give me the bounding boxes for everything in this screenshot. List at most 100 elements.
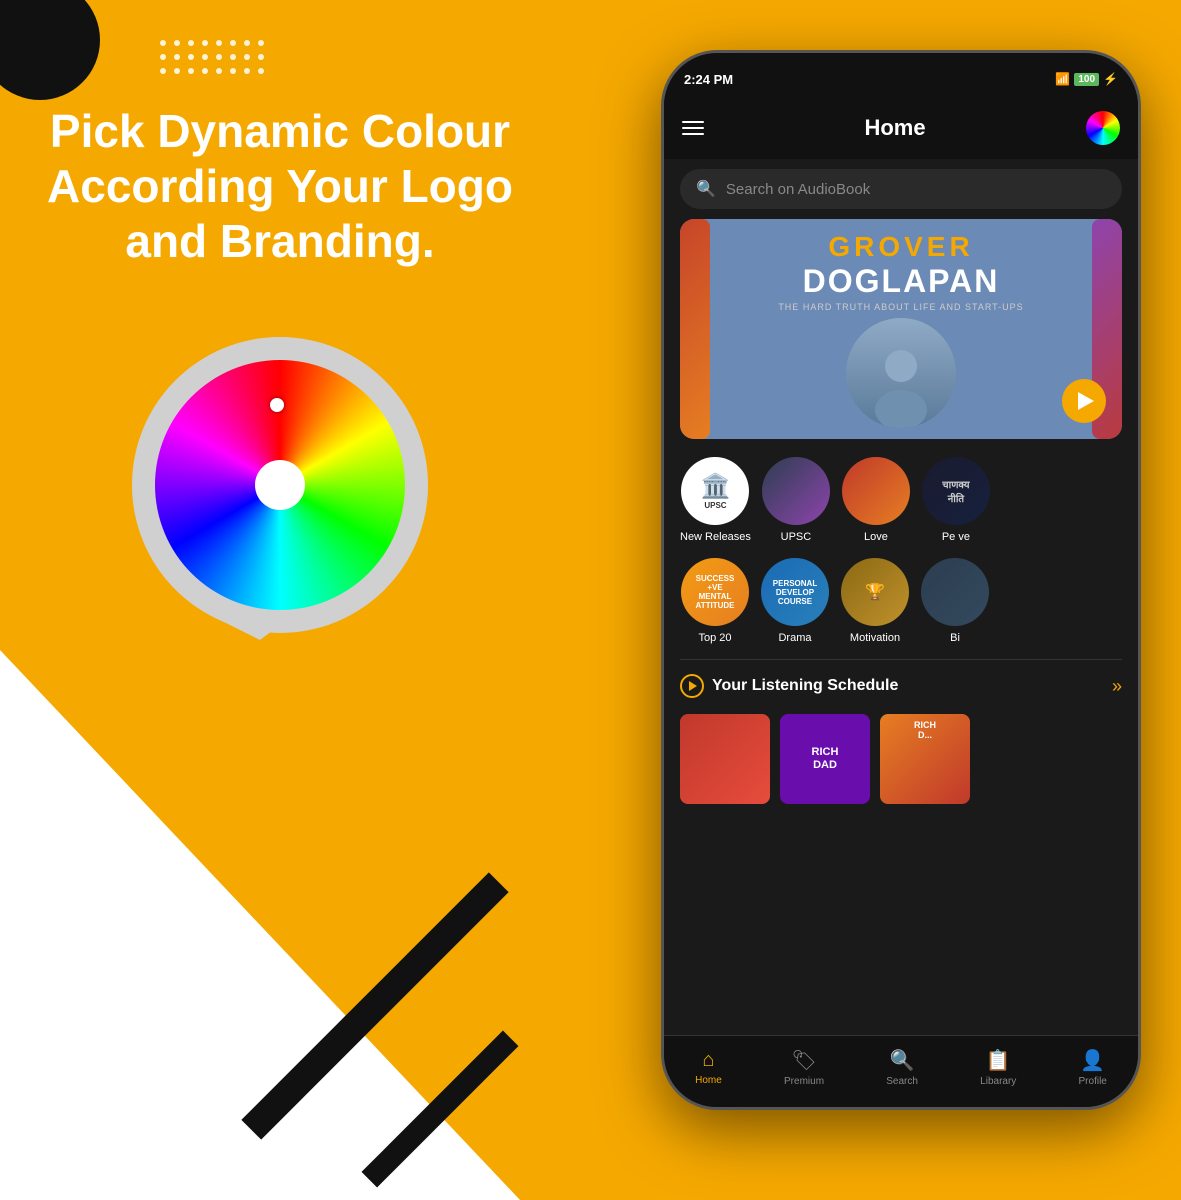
schedule-chevron-icon[interactable]: » [1112,676,1122,697]
lightning-icon: ⚡ [1103,72,1118,86]
category-item-top20[interactable]: SUCCESS+VEMENTALATTITUDE Top 20 [680,558,750,645]
category-circle-personal: चाणक्यनीति [922,457,990,525]
status-time: 2:24 PM [684,72,733,87]
banner-carousel[interactable]: GROVER DOGLAPAN THE HARD TRUTH ABOUT LIF… [680,219,1122,439]
home-nav-icon: ⌂ [702,1049,714,1072]
dot [258,54,264,60]
dot [188,68,194,74]
nav-item-home[interactable]: ⌂ Home [695,1049,722,1086]
color-wheel-container [120,330,440,670]
dot [216,40,222,46]
banner-center: GROVER DOGLAPAN THE HARD TRUTH ABOUT LIF… [768,221,1033,438]
dot [160,54,166,60]
category-circle-motivation: 🏆 [841,558,909,626]
library-nav-icon: 📋 [986,1048,1011,1073]
dot [202,54,208,60]
dot [160,40,166,46]
category-label-drama: Drama [778,632,811,645]
premium-nav-icon: 🏷 [791,1048,816,1073]
schedule-title: Your Listening Schedule [712,677,898,695]
person-svg [856,338,946,428]
category-item-upsc[interactable]: UPSC [761,457,831,544]
nav-item-profile[interactable]: 👤 Profile [1079,1048,1107,1087]
dot [188,54,194,60]
wheel-cursor [270,398,284,412]
nav-item-library[interactable]: 📋 Libarary [980,1048,1016,1087]
dot [202,68,208,74]
play-triangle-icon [1078,392,1094,410]
search-nav-icon: 🔍 [890,1048,915,1073]
category-circle-bio [921,558,989,626]
phone-screen: Home 🔍 Search on AudioBook GROVER DOGLAP… [664,97,1138,1107]
color-picker-button[interactable] [1086,111,1120,145]
dot [216,54,222,60]
dot [174,68,180,74]
phone-mockup: 2:24 PM 📶 100 ⚡ Home 🔍 [661,50,1141,1110]
cat-inner-personal: चाणक्यनीति [922,457,990,525]
cat-inner-drama: PERSONALDEVELOPCOURSE [761,558,829,626]
upsc-emblem-icon: 🏛️ [701,472,731,501]
category-item-new-releases[interactable]: 🏛️ UPSC New Releases [680,457,751,544]
book-thumb-1[interactable] [680,714,770,804]
color-wheel[interactable] [155,360,405,610]
book-3-text: RICHD... [880,714,970,746]
category-label-love: Love [864,531,888,544]
dots-row-2 [160,54,264,60]
upsc-text: UPSC [704,501,726,510]
menu-line [682,121,704,123]
nav-item-search[interactable]: 🔍 Search [886,1048,918,1087]
dot [230,68,236,74]
menu-button[interactable] [682,121,704,135]
categories-row-1: 🏛️ UPSC New Releases UPSC [664,447,1138,554]
nav-item-premium[interactable]: 🏷 Premium [784,1048,824,1087]
dot [258,68,264,74]
book-thumb-3[interactable]: RICHD... [880,714,970,804]
dot [202,40,208,46]
banner-top-label: GROVER [778,231,1023,263]
person-silhouette [846,318,956,428]
category-circle-new-releases: 🏛️ UPSC [681,457,749,525]
play-button[interactable] [1062,379,1106,423]
category-label-top20: Top 20 [698,632,731,645]
profile-nav-icon: 👤 [1080,1048,1105,1073]
category-item-drama[interactable]: PERSONALDEVELOPCOURSE Drama [760,558,830,645]
banner-person-image [846,318,956,428]
nav-label-library: Libarary [980,1076,1016,1087]
nav-label-home: Home [695,1075,722,1086]
dot [244,68,250,74]
book-thumb-2[interactable]: RICHDAD [780,714,870,804]
category-item-motivation[interactable]: 🏆 Motivation [840,558,910,645]
search-placeholder-text: Search on AudioBook [726,181,870,198]
left-panel: Pick Dynamic Colour According Your Logo … [0,0,560,1200]
dot [160,68,166,74]
category-item-love[interactable]: Love [841,457,911,544]
category-label-upsc: UPSC [781,531,812,544]
category-circle-love [842,457,910,525]
menu-line [682,133,704,135]
search-bar[interactable]: 🔍 Search on AudioBook [680,169,1122,209]
category-circle-drama: PERSONALDEVELOPCOURSE [761,558,829,626]
nav-label-profile: Profile [1079,1076,1107,1087]
category-circle-upsc [762,457,830,525]
category-item-bio[interactable]: Bi [920,558,990,645]
category-item-personal[interactable]: चाणक्यनीति Pe ve [921,457,991,544]
dot [230,54,236,60]
divider [680,659,1122,660]
schedule-play-triangle [689,681,697,691]
cat-inner-top20: SUCCESS+VEMENTALATTITUDE [681,558,749,626]
menu-line [682,127,704,129]
category-circle-top20: SUCCESS+VEMENTALATTITUDE [681,558,749,626]
schedule-left: Your Listening Schedule [680,674,898,698]
dots-row-1 [160,40,264,46]
category-label-bio: Bi [950,632,960,645]
phone-notch [831,53,971,81]
banner-left-thumb [680,219,710,439]
dot [244,40,250,46]
wifi-icon: 📶 [1055,72,1070,86]
nav-label-search: Search [886,1076,918,1087]
dots-row-3 [160,68,264,74]
category-label-personal: Pe ve [942,531,970,544]
headline: Pick Dynamic Colour According Your Logo … [0,104,560,270]
battery-icon: 100 [1074,73,1099,86]
dots-pattern [160,40,264,74]
